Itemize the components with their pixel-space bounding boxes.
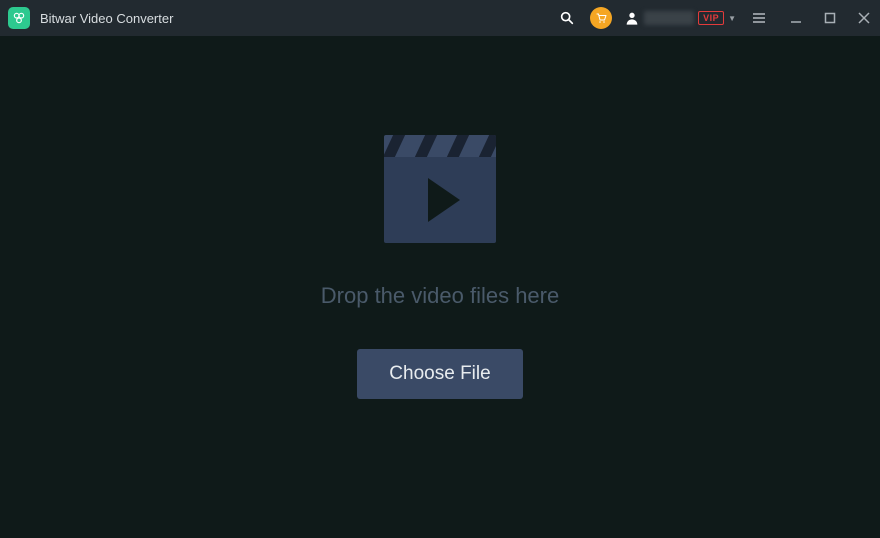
vip-badge: VIP [698, 11, 724, 25]
titlebar: Bitwar Video Converter VIP ▼ [0, 0, 880, 36]
hamburger-icon [751, 10, 767, 26]
drop-hint-text: Drop the video files here [321, 283, 559, 309]
choose-file-button[interactable]: Choose File [357, 349, 522, 399]
maximize-icon [824, 12, 836, 24]
play-icon [428, 178, 460, 222]
menu-button[interactable] [748, 7, 770, 29]
username-obscured [644, 11, 694, 25]
chevron-down-icon[interactable]: ▼ [728, 14, 736, 23]
user-account[interactable]: VIP ▼ [624, 10, 736, 26]
drop-zone[interactable]: Drop the video files here Choose File [0, 36, 880, 538]
video-clapper-icon [384, 135, 496, 243]
search-button[interactable] [556, 7, 578, 29]
cart-button[interactable] [590, 7, 612, 29]
search-icon [559, 10, 575, 26]
cart-icon [595, 12, 607, 24]
close-icon [858, 12, 870, 24]
app-logo-icon [8, 7, 30, 29]
minimize-icon [790, 12, 802, 24]
maximize-button[interactable] [822, 10, 838, 26]
user-icon [624, 10, 640, 26]
minimize-button[interactable] [788, 10, 804, 26]
close-button[interactable] [856, 10, 872, 26]
app-title: Bitwar Video Converter [40, 11, 173, 26]
